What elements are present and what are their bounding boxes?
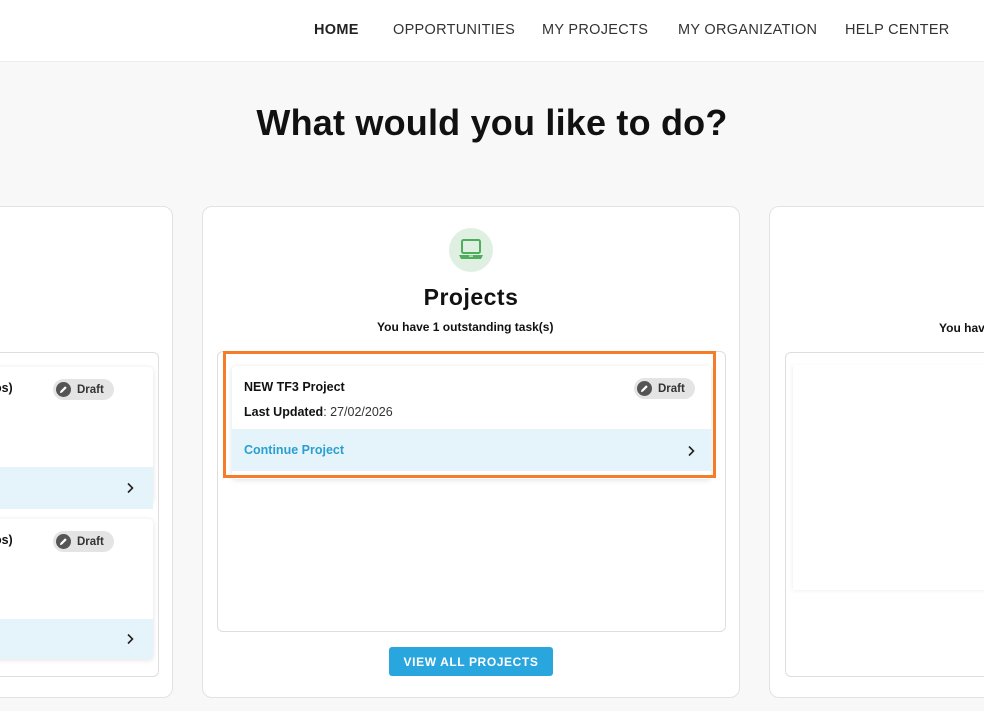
outstanding-tasks-text: You have 1 outstanding task(s): [377, 320, 554, 334]
left-task-list: vos) Draft vos) Draft: [0, 352, 159, 677]
laptop-icon: [449, 228, 493, 272]
continue-row[interactable]: [0, 467, 153, 509]
nav-my-projects[interactable]: MY PROJECTS: [542, 22, 648, 38]
task-title: vos): [0, 533, 13, 547]
highlight-box: [223, 351, 716, 478]
continue-row[interactable]: [0, 619, 153, 659]
page-title: What would you like to do?: [256, 102, 728, 143]
nav-opportunities[interactable]: OPPORTUNITIES: [393, 22, 515, 38]
nav-my-organization[interactable]: MY ORGANIZATION: [678, 22, 817, 38]
outstanding-tasks-text: You hav: [939, 321, 984, 335]
status-badge-label: Draft: [77, 383, 104, 396]
projects-title: Projects: [423, 284, 519, 310]
left-panel: vos) Draft vos) Draft: [0, 206, 173, 698]
pencil-icon: [56, 534, 71, 549]
nav-home[interactable]: HOME: [314, 22, 359, 38]
status-badge: Draft: [53, 379, 114, 400]
right-task-list: [785, 352, 984, 677]
top-navigation: HOME OPPORTUNITIES MY PROJECTS MY ORGANI…: [0, 0, 984, 62]
status-badge: Draft: [53, 531, 114, 552]
right-panel: You hav: [769, 206, 984, 698]
view-all-projects-button[interactable]: VIEW ALL PROJECTS: [389, 647, 553, 676]
status-badge-label: Draft: [77, 535, 104, 548]
task-card-placeholder: [793, 365, 984, 590]
chevron-right-icon: [127, 633, 134, 645]
task-card: vos) Draft: [0, 519, 153, 659]
task-title: vos): [0, 381, 13, 395]
nav-help-center[interactable]: HELP CENTER: [845, 22, 950, 38]
pencil-icon: [56, 382, 71, 397]
chevron-right-icon: [127, 482, 134, 494]
task-card: vos) Draft: [0, 367, 153, 509]
